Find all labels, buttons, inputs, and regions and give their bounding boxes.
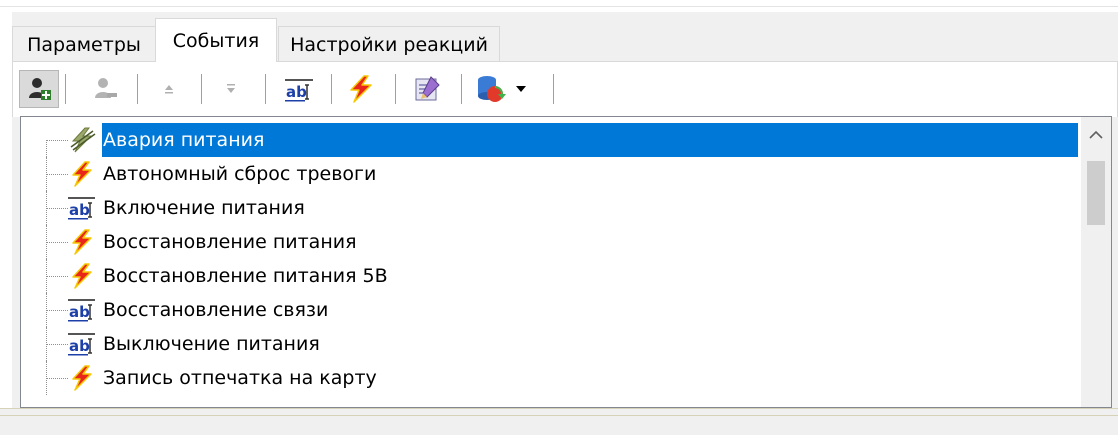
add-event-button[interactable] [19, 70, 59, 108]
svg-text:ab: ab [69, 337, 90, 355]
scrollbar-thumb[interactable] [1087, 161, 1105, 225]
toolbar-separator [265, 74, 266, 104]
vertical-scrollbar[interactable] [1081, 117, 1111, 407]
event-label: Восстановление связи [103, 299, 329, 321]
status-bar [0, 408, 1118, 435]
tab-parameters-label: Параметры [27, 33, 141, 56]
svg-text:ab: ab [69, 303, 90, 321]
toolbar-separator [395, 74, 396, 104]
tab-reaction-settings[interactable]: Настройки реакций [278, 26, 500, 62]
move-up-button[interactable] [149, 70, 189, 108]
move-up-icon [165, 85, 173, 94]
lightning-icon [72, 161, 92, 187]
tree-line [46, 242, 68, 243]
lightning-icon [72, 229, 92, 255]
list-item[interactable]: ab Включение питания [21, 191, 1081, 225]
event-settings-panel: Параметры События Настройки реакций ab А… [12, 12, 1118, 408]
event-label: Выключение питания [103, 333, 320, 355]
list-item[interactable]: ab Выключение питания [21, 327, 1081, 361]
event-label: Автономный сброс тревоги [103, 163, 377, 185]
chevron-down-icon[interactable] [515, 85, 527, 93]
chevron-up-icon [1089, 130, 1103, 139]
list-item[interactable]: Запись отпечатка на карту [21, 361, 1081, 395]
lightning-icon [72, 263, 92, 289]
toolbar-separator [65, 74, 66, 104]
text-event-icon: ab [68, 299, 95, 322]
event-label: Запись отпечатка на карту [103, 367, 377, 389]
toolbar-separator [137, 74, 138, 104]
event-label: Восстановление питания 5В [103, 265, 388, 287]
tree-line [46, 344, 68, 345]
edit-properties-icon [415, 76, 440, 101]
window-top-border [0, 6, 1118, 7]
svg-text:ab: ab [69, 201, 90, 219]
database-action-button[interactable] [475, 70, 541, 108]
list-item[interactable]: Восстановление питания 5В [21, 259, 1081, 293]
event-label: Восстановление питания [103, 231, 357, 253]
svg-text:ab: ab [286, 83, 307, 101]
toolbar-separator [461, 74, 462, 104]
lightning-icon [72, 365, 92, 391]
tab-parameters[interactable]: Параметры [12, 26, 156, 62]
tree-line [46, 174, 68, 175]
toolbar-separator [553, 74, 554, 104]
move-down-button[interactable] [211, 70, 251, 108]
events-toolbar: ab [12, 62, 1118, 117]
event-label: Авария питания [103, 129, 265, 151]
scroll-up-button[interactable] [1081, 117, 1111, 151]
tab-reaction-settings-label: Настройки реакций [290, 33, 488, 56]
tree-line [46, 140, 68, 141]
tree-line [46, 208, 68, 209]
add-lightning-event-button[interactable] [341, 70, 381, 108]
list-item[interactable]: Восстановление питания [21, 225, 1081, 259]
text-event-icon: ab [68, 333, 95, 356]
remove-event-button[interactable] [85, 70, 125, 108]
tree-line [46, 310, 68, 311]
lightning-crossed-icon [70, 127, 96, 153]
move-down-icon [227, 84, 235, 93]
tree-line [46, 276, 68, 277]
toolbar-separator [201, 74, 202, 104]
tree-line [46, 140, 47, 157]
list-item[interactable]: ab Восстановление связи [21, 293, 1081, 327]
event-properties-button[interactable] [407, 70, 447, 108]
events-tree[interactable]: Авария питания Автономный сброс тревоги … [20, 116, 1112, 408]
lightning-event-icon [350, 75, 372, 103]
tab-events[interactable]: События [155, 18, 277, 62]
tab-events-label: События [172, 29, 260, 52]
add-user-icon [29, 78, 51, 100]
add-text-event-button[interactable]: ab [279, 70, 319, 108]
tab-strip: Параметры События Настройки реакций [12, 12, 1118, 62]
list-item[interactable]: Авария питания [21, 123, 1081, 157]
toolbar-separator [331, 74, 332, 104]
tree-line [46, 378, 68, 379]
text-event-icon: ab [68, 197, 95, 220]
list-item[interactable]: Автономный сброс тревоги [21, 157, 1081, 191]
text-event-icon: ab [285, 79, 313, 102]
remove-user-icon [95, 78, 117, 98]
database-action-icon [478, 76, 506, 102]
event-label: Включение питания [103, 197, 305, 219]
